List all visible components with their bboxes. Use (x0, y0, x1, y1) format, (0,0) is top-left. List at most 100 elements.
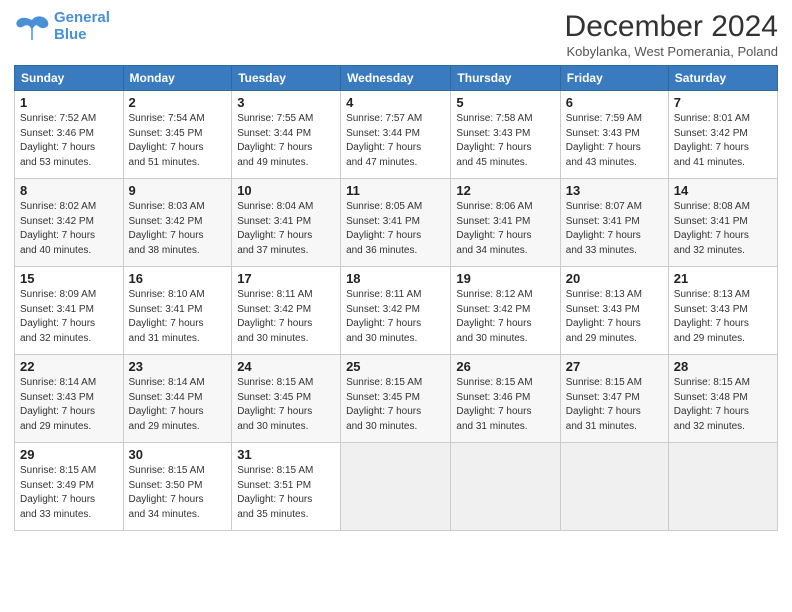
calendar-cell: 16Sunrise: 8:10 AMSunset: 3:41 PMDayligh… (123, 267, 232, 355)
day-number: 31 (237, 447, 335, 462)
day-header-tuesday: Tuesday (232, 66, 341, 91)
day-header-friday: Friday (560, 66, 668, 91)
day-number: 14 (674, 183, 772, 198)
calendar-cell: 21Sunrise: 8:13 AMSunset: 3:43 PMDayligh… (668, 267, 777, 355)
day-info: Sunrise: 7:58 AMSunset: 3:43 PMDaylight:… (456, 112, 554, 170)
day-info: Sunrise: 8:01 AMSunset: 3:42 PMDaylight:… (674, 112, 772, 170)
day-header-thursday: Thursday (451, 66, 560, 91)
calendar-cell: 22Sunrise: 8:14 AMSunset: 3:43 PMDayligh… (15, 355, 124, 443)
day-number: 12 (456, 183, 554, 198)
day-number: 8 (20, 183, 118, 198)
logo-text: General Blue (54, 10, 110, 43)
day-info: Sunrise: 8:12 AMSunset: 3:42 PMDaylight:… (456, 288, 554, 346)
day-info: Sunrise: 8:13 AMSunset: 3:43 PMDaylight:… (674, 288, 772, 346)
day-info: Sunrise: 8:14 AMSunset: 3:44 PMDaylight:… (129, 376, 227, 434)
day-number: 26 (456, 359, 554, 374)
calendar-cell: 6 Sunrise: 7:59 AMSunset: 3:43 PMDaylight… (560, 91, 668, 179)
day-number: 2 (129, 95, 227, 110)
day-number: 11 (346, 183, 445, 198)
header: General Blue December 2024 Kobylanka, We… (14, 10, 778, 59)
calendar-cell (560, 443, 668, 531)
day-number: 6 (566, 95, 663, 110)
calendar-week-2: 8Sunrise: 8:02 AMSunset: 3:42 PMDaylight… (15, 179, 778, 267)
calendar-cell: 24 Sunrise: 8:15 AMSunset: 3:45 PMDayligh… (232, 355, 341, 443)
day-info: Sunrise: 7:57 AMSunset: 3:44 PMDaylight:… (346, 112, 445, 170)
day-info: Sunrise: 8:15 AMSunset: 3:48 PMDaylight:… (674, 376, 772, 434)
calendar-cell: 11 Sunrise: 8:05 AMSunset: 3:41 PMDayligh… (341, 179, 451, 267)
month-title: December 2024 (565, 10, 778, 44)
calendar-header-row: SundayMondayTuesdayWednesdayThursdayFrid… (15, 66, 778, 91)
calendar-cell: 7 Sunrise: 8:01 AMSunset: 3:42 PMDaylight… (668, 91, 777, 179)
day-number: 15 (20, 271, 118, 286)
day-number: 22 (20, 359, 118, 374)
day-header-monday: Monday (123, 66, 232, 91)
day-number: 27 (566, 359, 663, 374)
calendar-cell: 20Sunrise: 8:13 AMSunset: 3:43 PMDayligh… (560, 267, 668, 355)
calendar-cell: 13Sunrise: 8:07 AMSunset: 3:41 PMDayligh… (560, 179, 668, 267)
day-info: Sunrise: 8:11 AMSunset: 3:42 PMDaylight:… (237, 288, 335, 346)
day-info: Sunrise: 7:52 AMSunset: 3:46 PMDaylight:… (20, 112, 118, 170)
calendar-week-3: 15 Sunrise: 8:09 AMSunset: 3:41 PMDayligh… (15, 267, 778, 355)
day-number: 7 (674, 95, 772, 110)
day-number: 10 (237, 183, 335, 198)
calendar-table: SundayMondayTuesdayWednesdayThursdayFrid… (14, 65, 778, 531)
day-info: Sunrise: 8:09 AMSunset: 3:41 PMDaylight:… (20, 288, 118, 346)
day-number: 29 (20, 447, 118, 462)
calendar-week-1: 1 Sunrise: 7:52 AMSunset: 3:46 PMDaylight… (15, 91, 778, 179)
day-number: 28 (674, 359, 772, 374)
page-container: General Blue December 2024 Kobylanka, We… (0, 0, 792, 537)
day-number: 4 (346, 95, 445, 110)
day-info: Sunrise: 8:08 AMSunset: 3:41 PMDaylight:… (674, 200, 772, 258)
calendar-cell: 30 Sunrise: 8:15 AMSunset: 3:50 PMDayligh… (123, 443, 232, 531)
day-info: Sunrise: 8:07 AMSunset: 3:41 PMDaylight:… (566, 200, 663, 258)
calendar-cell: 25Sunrise: 8:15 AMSunset: 3:45 PMDayligh… (341, 355, 451, 443)
day-number: 20 (566, 271, 663, 286)
day-info: Sunrise: 8:15 AMSunset: 3:49 PMDaylight:… (20, 464, 118, 522)
day-number: 24 (237, 359, 335, 374)
calendar-cell: 12 Sunrise: 8:06 AMSunset: 3:41 PMDayligh… (451, 179, 560, 267)
day-number: 30 (129, 447, 227, 462)
day-info: Sunrise: 8:15 AMSunset: 3:45 PMDaylight:… (346, 376, 445, 434)
title-block: December 2024 Kobylanka, West Pomerania,… (565, 10, 778, 59)
calendar-cell: 19Sunrise: 8:12 AMSunset: 3:42 PMDayligh… (451, 267, 560, 355)
day-info: Sunrise: 8:15 AMSunset: 3:47 PMDaylight:… (566, 376, 663, 434)
day-header-wednesday: Wednesday (341, 66, 451, 91)
day-info: Sunrise: 7:59 AMSunset: 3:43 PMDaylight:… (566, 112, 663, 170)
day-number: 5 (456, 95, 554, 110)
subtitle: Kobylanka, West Pomerania, Poland (565, 44, 778, 59)
calendar-cell: 28 Sunrise: 8:15 AMSunset: 3:48 PMDayligh… (668, 355, 777, 443)
day-number: 1 (20, 95, 118, 110)
day-number: 3 (237, 95, 335, 110)
day-info: Sunrise: 8:04 AMSunset: 3:41 PMDaylight:… (237, 200, 335, 258)
calendar-cell (668, 443, 777, 531)
calendar-cell (451, 443, 560, 531)
day-number: 9 (129, 183, 227, 198)
day-number: 16 (129, 271, 227, 286)
calendar-cell: 14 Sunrise: 8:08 AMSunset: 3:41 PMDayligh… (668, 179, 777, 267)
day-info: Sunrise: 8:15 AMSunset: 3:45 PMDaylight:… (237, 376, 335, 434)
calendar-cell (341, 443, 451, 531)
calendar-cell: 31Sunrise: 8:15 AMSunset: 3:51 PMDayligh… (232, 443, 341, 531)
calendar-cell: 8Sunrise: 8:02 AMSunset: 3:42 PMDaylight… (15, 179, 124, 267)
calendar-cell: 26 Sunrise: 8:15 AMSunset: 3:46 PMDayligh… (451, 355, 560, 443)
day-info: Sunrise: 8:05 AMSunset: 3:41 PMDaylight:… (346, 200, 445, 258)
calendar-cell: 27 Sunrise: 8:15 AMSunset: 3:47 PMDayligh… (560, 355, 668, 443)
calendar-cell: 5 Sunrise: 7:58 AMSunset: 3:43 PMDaylight… (451, 91, 560, 179)
day-info: Sunrise: 7:54 AMSunset: 3:45 PMDaylight:… (129, 112, 227, 170)
calendar-week-5: 29 Sunrise: 8:15 AMSunset: 3:49 PMDayligh… (15, 443, 778, 531)
day-info: Sunrise: 8:15 AMSunset: 3:46 PMDaylight:… (456, 376, 554, 434)
logo-icon (14, 12, 50, 42)
calendar-cell: 17Sunrise: 8:11 AMSunset: 3:42 PMDayligh… (232, 267, 341, 355)
calendar-cell: 10 Sunrise: 8:04 AMSunset: 3:41 PMDayligh… (232, 179, 341, 267)
calendar-week-4: 22Sunrise: 8:14 AMSunset: 3:43 PMDayligh… (15, 355, 778, 443)
calendar-cell: 18Sunrise: 8:11 AMSunset: 3:42 PMDayligh… (341, 267, 451, 355)
day-number: 23 (129, 359, 227, 374)
day-info: Sunrise: 8:15 AMSunset: 3:50 PMDaylight:… (129, 464, 227, 522)
day-number: 18 (346, 271, 445, 286)
logo: General Blue (14, 10, 110, 43)
calendar-cell: 9Sunrise: 8:03 AMSunset: 3:42 PMDaylight… (123, 179, 232, 267)
calendar-cell: 29 Sunrise: 8:15 AMSunset: 3:49 PMDayligh… (15, 443, 124, 531)
day-info: Sunrise: 7:55 AMSunset: 3:44 PMDaylight:… (237, 112, 335, 170)
calendar-cell: 3 Sunrise: 7:55 AMSunset: 3:44 PMDaylight… (232, 91, 341, 179)
day-info: Sunrise: 8:06 AMSunset: 3:41 PMDaylight:… (456, 200, 554, 258)
